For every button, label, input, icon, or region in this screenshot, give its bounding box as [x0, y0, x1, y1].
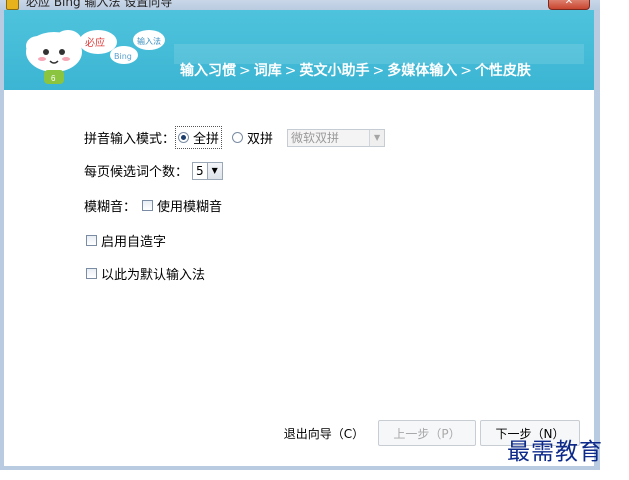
- default-ime-checkbox[interactable]: 以此为默认输入法: [86, 264, 205, 283]
- candidates-value: 5: [196, 163, 204, 178]
- step-habits: 输入习惯: [180, 63, 236, 79]
- radio-full-pinyin-label: 全拼: [193, 132, 220, 147]
- logo-tag-1: 必应: [85, 36, 105, 49]
- self-made-words-checkbox[interactable]: 启用自造字: [86, 231, 166, 250]
- wizard-content: 拼音输入模式： 全拼 双拼 微软双拼 ▼ 每页候选词个数： 5 ▼ 模糊音： 使…: [4, 90, 594, 466]
- step-english-helper: 英文小助手: [299, 63, 370, 79]
- close-button[interactable]: ✕: [548, 0, 590, 10]
- step-separator: >: [372, 63, 385, 79]
- candidates-row: 每页候选词个数： 5 ▼: [84, 161, 223, 180]
- step-skins: 个性皮肤: [474, 63, 531, 79]
- default-ime-label: 以此为默认输入法: [101, 268, 206, 283]
- step-separator: >: [284, 63, 297, 79]
- radio-full-pinyin[interactable]: 全拼: [175, 126, 223, 149]
- self-made-words-label: 启用自造字: [101, 235, 167, 250]
- radio-checked-icon: [178, 132, 190, 143]
- wizard-steps: 输入习惯 > 词库 > 英文小助手 > 多媒体输入 > 个性皮肤: [180, 60, 592, 80]
- double-pinyin-scheme-select[interactable]: 微软双拼 ▼: [287, 128, 386, 147]
- fuzzy-checkbox[interactable]: 使用模糊音: [142, 196, 222, 215]
- checkbox-icon: [86, 235, 97, 246]
- radio-double-pinyin-label: 双拼: [247, 132, 274, 147]
- fuzzy-label: 模糊音：: [84, 200, 137, 215]
- checkbox-icon: [142, 200, 154, 211]
- step-multimedia: 多媒体输入: [387, 63, 458, 79]
- radio-double-pinyin[interactable]: 双拼: [232, 128, 273, 147]
- title-bar: 必应 Bing 输入法 设置向导 ✕: [0, 0, 600, 10]
- window-border-bottom: [0, 466, 600, 470]
- window-border-right: [594, 10, 600, 470]
- fuzzy-row: 模糊音： 使用模糊音: [84, 196, 222, 215]
- scheme-select-value: 微软双拼: [291, 131, 340, 145]
- mascot-logo-icon: 6 必应 Bing 输入法: [26, 30, 165, 84]
- chevron-down-icon: ▼: [369, 129, 385, 146]
- candidates-select[interactable]: 5 ▼: [192, 161, 223, 180]
- step-dictionary: 词库: [253, 63, 282, 79]
- step-separator: >: [239, 63, 251, 79]
- pinyin-mode-label: 拼音输入模式：: [84, 132, 176, 147]
- app-icon: [6, 0, 19, 10]
- step-separator: >: [460, 63, 472, 79]
- candidates-label: 每页候选词个数：: [84, 165, 189, 180]
- wizard-header: 6 必应 Bing 输入法 输入习惯 > 词库 > 英文小助手 > 多媒体输入 > 个性皮肤: [4, 10, 594, 90]
- logo-tag-2: Bing: [114, 52, 132, 61]
- watermark-text: 最需教育: [507, 439, 603, 465]
- window-title: 必应 Bing 输入法 设置向导: [26, 0, 173, 9]
- svg-text:6: 6: [51, 74, 56, 83]
- pinyin-mode-row: 拼音输入模式： 全拼 双拼 微软双拼 ▼: [84, 126, 386, 149]
- exit-wizard-button[interactable]: 退出向导（C）: [276, 420, 372, 446]
- chevron-down-icon: ▼: [206, 162, 222, 179]
- checkbox-icon: [86, 268, 97, 279]
- fuzzy-checkbox-label: 使用模糊音: [157, 200, 223, 215]
- logo-tag-3: 输入法: [137, 36, 161, 46]
- radio-unchecked-icon: [232, 132, 244, 143]
- prev-step-button[interactable]: 上一步（P）: [378, 420, 476, 446]
